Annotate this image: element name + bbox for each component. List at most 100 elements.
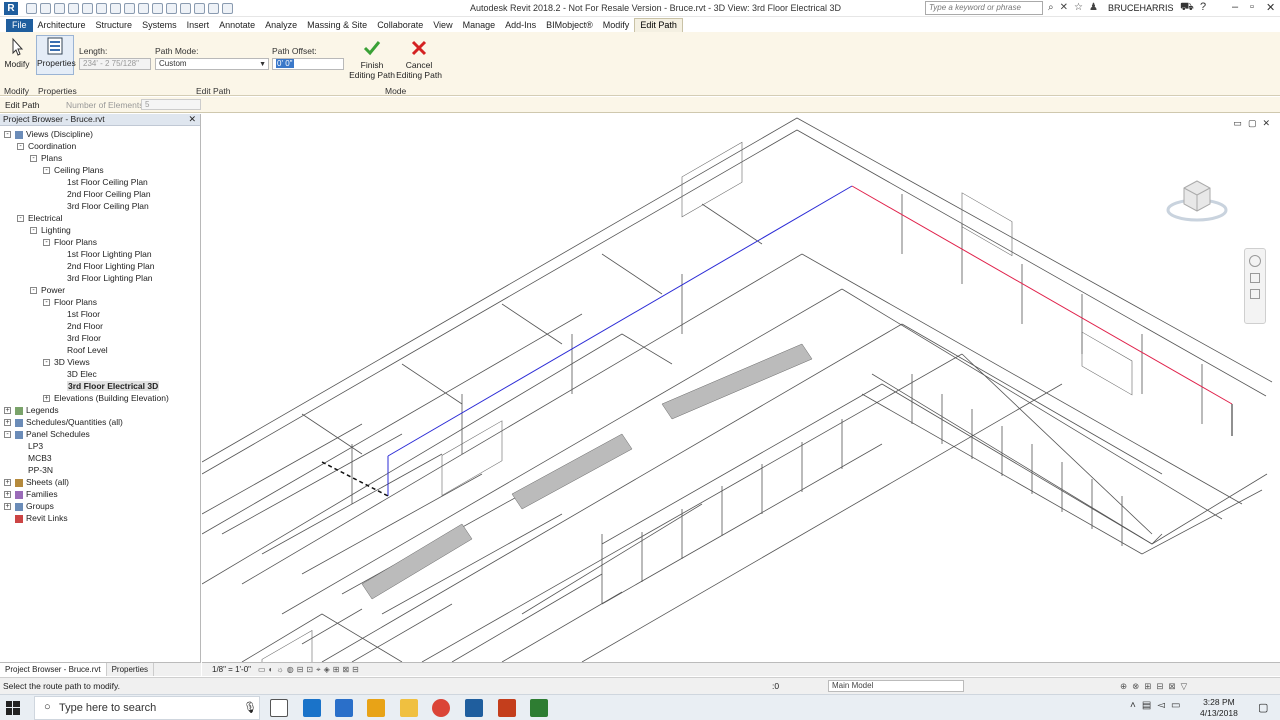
tree-item[interactable]: - Floor Plans bbox=[43, 296, 97, 308]
collapse-icon[interactable]: - bbox=[4, 131, 11, 139]
tree-item[interactable]: + Legends bbox=[4, 404, 59, 416]
tree-item[interactable]: LP3 bbox=[17, 440, 43, 452]
binoculars-icon[interactable]: ⌕ bbox=[1048, 2, 1054, 13]
cart-icon[interactable]: ⛟ bbox=[1180, 1, 1194, 15]
path-mode-select[interactable]: Custom ▼ bbox=[155, 58, 269, 70]
restore-view-icon[interactable]: ▭ bbox=[1233, 118, 1242, 129]
tab-analyze[interactable]: Analyze bbox=[260, 19, 302, 32]
tab-structure[interactable]: Structure bbox=[91, 19, 138, 32]
main-model-select[interactable]: Main Model bbox=[828, 680, 964, 692]
collapse-icon[interactable]: - bbox=[17, 215, 24, 223]
camtasia-icon[interactable] bbox=[530, 699, 548, 717]
tree-item[interactable]: 2nd Floor bbox=[56, 320, 103, 332]
file-explorer-icon[interactable] bbox=[400, 699, 418, 717]
undo-icon[interactable] bbox=[68, 2, 79, 14]
taskbar-clock[interactable]: 3:28 PM 4/13/2018 bbox=[1200, 697, 1238, 719]
tree-item[interactable]: 2nd Floor Lighting Plan bbox=[56, 260, 154, 272]
open-icon[interactable] bbox=[26, 2, 37, 14]
steering-wheel-icon[interactable] bbox=[1249, 255, 1261, 267]
tab-properties[interactable]: Properties bbox=[107, 663, 155, 676]
tree-item[interactable]: + Families bbox=[4, 488, 58, 500]
close-icon[interactable]: ✕ bbox=[1266, 1, 1275, 14]
tab-bimobject[interactable]: BIMobject® bbox=[541, 19, 598, 32]
close-hidden-icon[interactable] bbox=[208, 2, 219, 14]
dimension-icon[interactable] bbox=[124, 2, 135, 14]
tree-item[interactable]: 1st Floor bbox=[56, 308, 100, 320]
measure-icon[interactable] bbox=[110, 2, 121, 14]
properties-button[interactable]: Properties bbox=[36, 35, 76, 75]
taskbar-search-input[interactable]: Type here to search bbox=[34, 696, 260, 720]
zoom-icon[interactable] bbox=[1250, 273, 1260, 283]
user-name[interactable]: BRUCEHARRIS bbox=[1108, 3, 1174, 13]
tab-view[interactable]: View bbox=[428, 19, 457, 32]
tab-edit-path[interactable]: Edit Path bbox=[634, 18, 683, 32]
expand-icon[interactable]: + bbox=[4, 491, 11, 499]
microphone-icon[interactable]: 🎙 bbox=[243, 701, 257, 714]
volume-icon[interactable]: ◅ bbox=[1157, 700, 1165, 711]
collapse-icon[interactable]: - bbox=[43, 167, 50, 175]
tree-item[interactable]: + Groups bbox=[4, 500, 54, 512]
3d-view-icon[interactable] bbox=[166, 2, 177, 14]
tree-item[interactable]: - Plans bbox=[30, 152, 62, 164]
network-icon[interactable]: ▤ bbox=[1142, 700, 1151, 711]
close-icon[interactable]: ✕ bbox=[188, 114, 196, 125]
path-offset-input[interactable]: 0' 0" bbox=[272, 58, 344, 70]
maximize-icon[interactable]: ▫ bbox=[1250, 1, 1254, 13]
collapse-icon[interactable]: - bbox=[43, 299, 50, 307]
thin-lines-icon[interactable] bbox=[194, 2, 205, 14]
cancel-editing-path-button[interactable]: Cancel Editing Path bbox=[396, 38, 442, 80]
tab-architecture[interactable]: Architecture bbox=[33, 19, 91, 32]
zoom-extents-icon[interactable] bbox=[1250, 289, 1260, 299]
maximize-view-icon[interactable]: ▢ bbox=[1248, 118, 1257, 129]
finish-editing-path-button[interactable]: Finish Editing Path bbox=[349, 38, 395, 80]
chevron-up-icon[interactable]: ˄ bbox=[1130, 700, 1136, 711]
tab-add-ins[interactable]: Add-Ins bbox=[500, 19, 541, 32]
tree-item[interactable]: 3rd Floor Electrical 3D bbox=[56, 380, 160, 392]
close-view-icon[interactable]: ✕ bbox=[1262, 118, 1270, 129]
tree-item[interactable]: - Floor Plans bbox=[43, 236, 97, 248]
expand-icon[interactable]: + bbox=[4, 407, 11, 415]
tree-item[interactable]: - Power bbox=[30, 284, 65, 296]
ie-icon[interactable] bbox=[335, 699, 353, 717]
tree-item[interactable]: 3rd Floor Lighting Plan bbox=[56, 272, 153, 284]
expand-icon[interactable]: + bbox=[4, 479, 11, 487]
view-scale[interactable]: 1/8" = 1'-0" bbox=[212, 665, 251, 674]
tree-item[interactable]: - Coordination bbox=[17, 140, 76, 152]
tab-massing-site[interactable]: Massing & Site bbox=[302, 19, 372, 32]
viewcube-icon[interactable] bbox=[1166, 174, 1228, 224]
switch-windows-icon[interactable] bbox=[222, 2, 233, 14]
tree-item[interactable]: - Views (Discipline) bbox=[4, 128, 93, 140]
tree-item[interactable]: 3rd Floor bbox=[56, 332, 101, 344]
tab-modify[interactable]: Modify bbox=[598, 19, 635, 32]
tree-item[interactable]: 1st Floor Ceiling Plan bbox=[56, 176, 148, 188]
tab-insert[interactable]: Insert bbox=[182, 19, 215, 32]
tab-annotate[interactable]: Annotate bbox=[214, 19, 260, 32]
tab-systems[interactable]: Systems bbox=[137, 19, 182, 32]
tree-item[interactable]: 3rd Floor Ceiling Plan bbox=[56, 200, 149, 212]
tree-item[interactable]: 3D Elec bbox=[56, 368, 97, 380]
expand-icon[interactable]: + bbox=[43, 395, 50, 403]
building-model-drawing[interactable] bbox=[202, 114, 1280, 662]
expand-icon[interactable]: + bbox=[4, 419, 11, 427]
subscription-icon[interactable]: ✕ bbox=[1060, 2, 1068, 13]
print-icon[interactable] bbox=[96, 2, 107, 14]
tab-collaborate[interactable]: Collaborate bbox=[372, 19, 428, 32]
powerpoint-icon[interactable] bbox=[498, 699, 516, 717]
collapse-icon[interactable]: - bbox=[30, 227, 37, 235]
tree-item[interactable]: + Sheets (all) bbox=[4, 476, 69, 488]
tree-item[interactable]: MCB3 bbox=[17, 452, 52, 464]
3d-viewport[interactable]: ▭ ▢ ✕ bbox=[202, 114, 1280, 662]
chevron-down-icon[interactable]: ▼ bbox=[259, 60, 266, 70]
tree-item[interactable]: Roof Level bbox=[56, 344, 108, 356]
tree-item[interactable]: - Lighting bbox=[30, 224, 71, 236]
task-view-icon[interactable] bbox=[270, 699, 288, 717]
revit-logo-icon[interactable]: R bbox=[4, 1, 18, 15]
battery-icon[interactable]: ▭ bbox=[1171, 700, 1180, 711]
tree-item[interactable]: PP-3N bbox=[17, 464, 53, 476]
save-icon[interactable] bbox=[40, 2, 51, 14]
tree-item[interactable]: 2nd Floor Ceiling Plan bbox=[56, 188, 151, 200]
tab-manage[interactable]: Manage bbox=[458, 19, 501, 32]
tree-item[interactable]: 1st Floor Lighting Plan bbox=[56, 248, 152, 260]
selection-filter-icons[interactable]: ⊕⊗⊞⊟⊠▽ bbox=[1120, 681, 1192, 692]
help-search-input[interactable]: Type a keyword or phrase bbox=[925, 1, 1043, 15]
